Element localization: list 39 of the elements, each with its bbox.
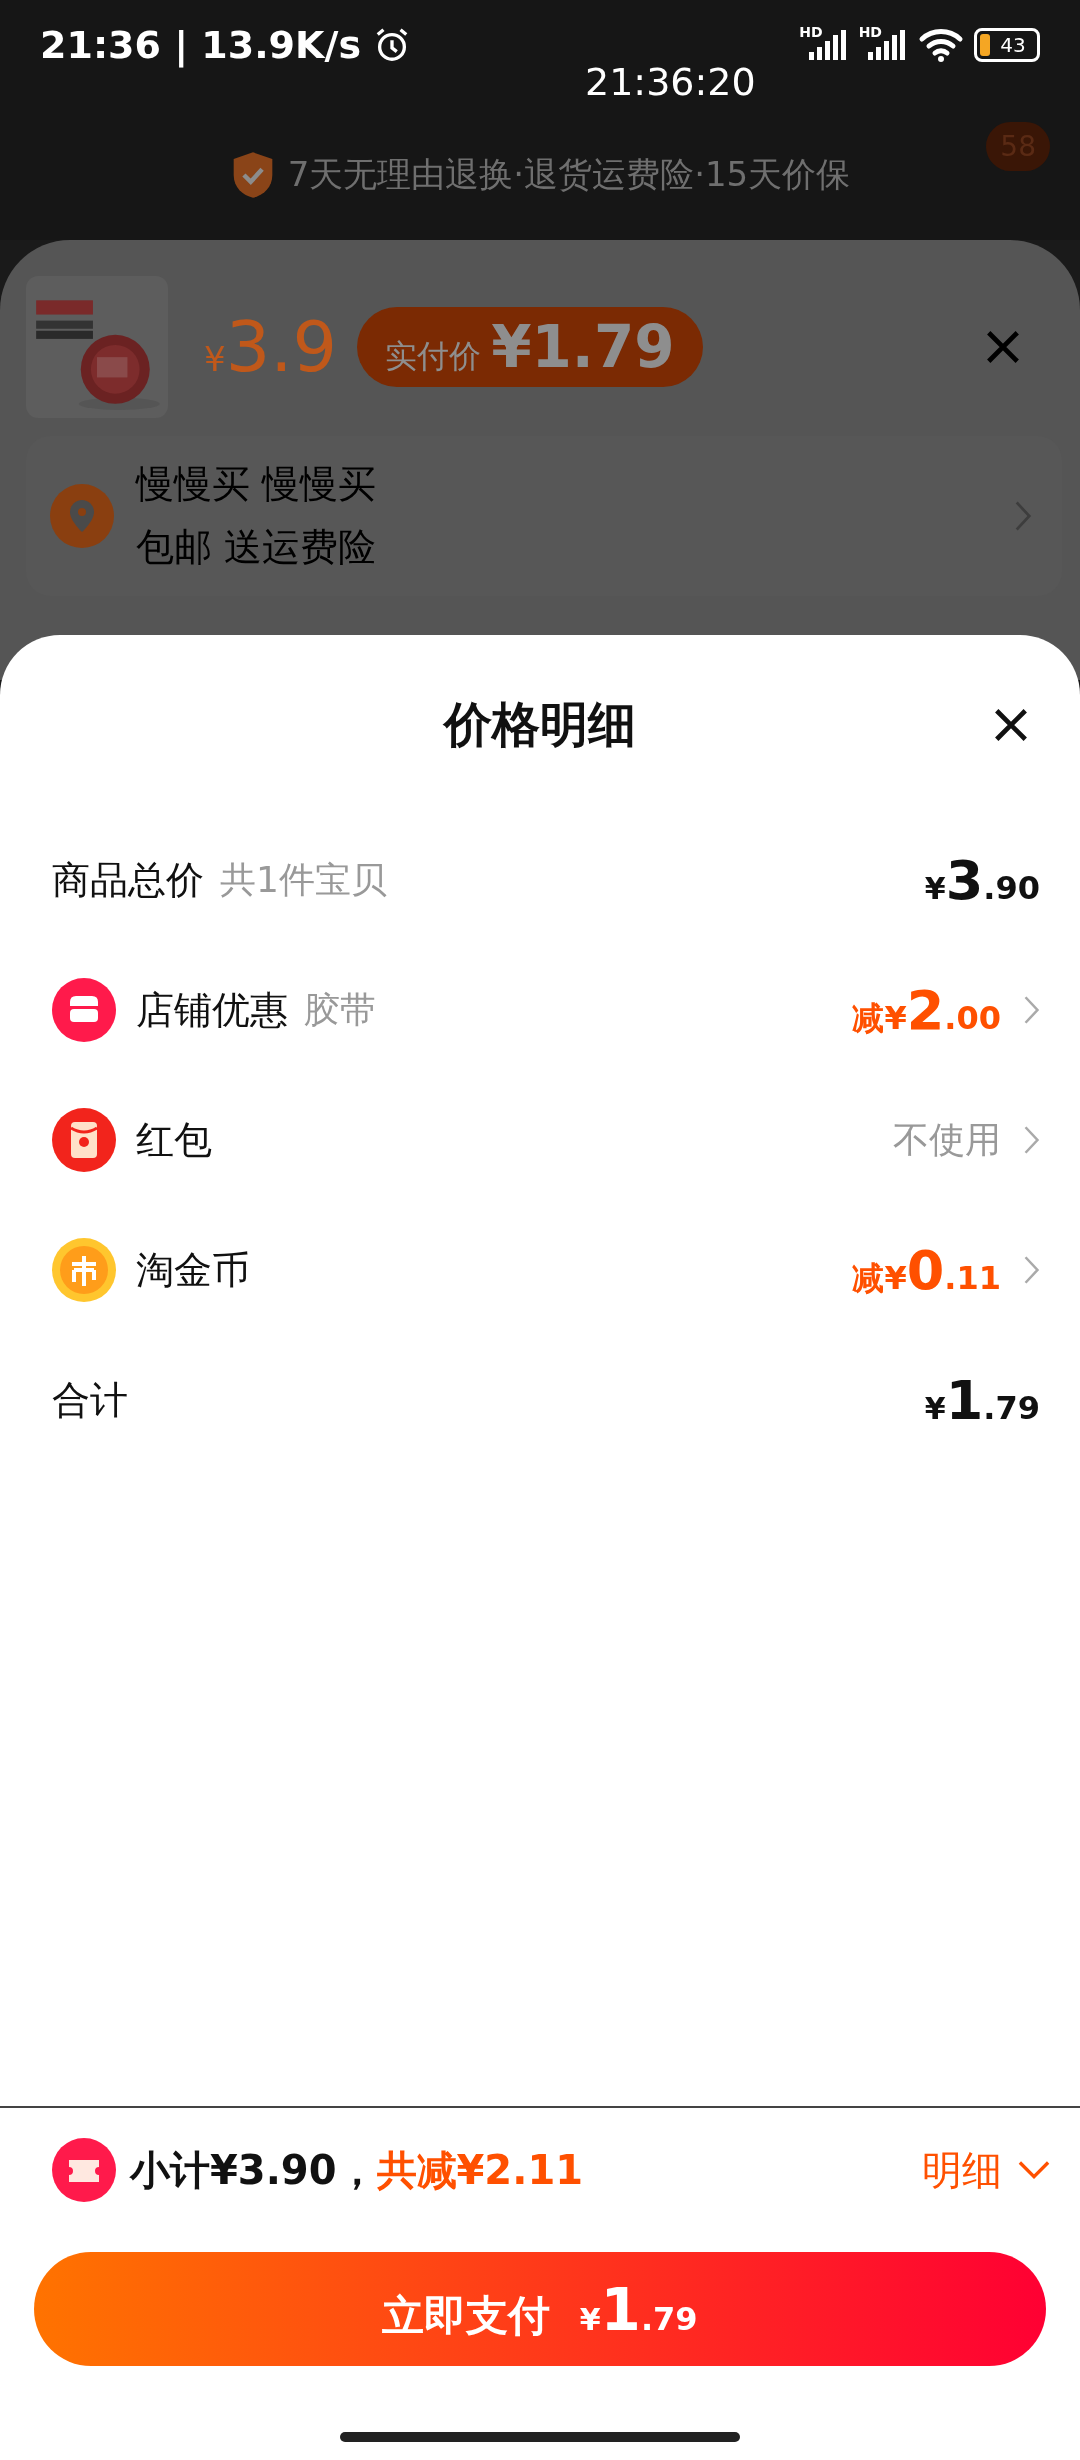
row-note: 共1件宝贝 [220, 857, 387, 902]
coin-icon [52, 1238, 116, 1302]
chevron-icon[interactable] [1023, 1254, 1040, 1286]
caret-icon [1018, 2160, 1050, 2180]
sheet-title: 价格明细 [444, 695, 636, 754]
pay-button[interactable]: 立即支付 ¥1.79 [34, 2252, 1046, 2366]
subtotal-text: 小计¥3.90， [130, 2145, 377, 2195]
row-amount: ¥3.90 [924, 848, 1040, 912]
row-label: 淘金币 [136, 1246, 250, 1294]
row-note: 胶带 [304, 987, 376, 1032]
chevron-icon [1014, 499, 1032, 533]
coupon-icon [52, 2138, 116, 2202]
clock-overlay: 21:36:20 [585, 60, 756, 104]
chevron-icon[interactable] [1023, 1124, 1040, 1156]
network-label: HD [799, 24, 823, 40]
details-toggle[interactable]: 明细 [922, 2142, 1050, 2198]
product-price: ¥3.9 [204, 306, 337, 388]
address-name: 慢慢买 慢慢买 [136, 461, 378, 508]
location-icon [50, 484, 114, 548]
envelope-icon [52, 1108, 116, 1172]
row-amount: 减¥2.00 [852, 978, 1001, 1042]
wifi-icon [918, 27, 964, 63]
actual-price-badge: 实付价 ¥1.79 [356, 307, 703, 387]
battery-icon: 43 [974, 28, 1040, 62]
total-discount: 共减¥2.11 [376, 2145, 584, 2195]
row-amount: 减¥0.11 [852, 1238, 1001, 1302]
row-label: 店铺优惠 [136, 986, 288, 1034]
row-label: 红包 [136, 1116, 212, 1164]
shop-icon [52, 978, 116, 1042]
network-label: HD [858, 24, 882, 40]
shipping-note: 包邮 送运费险 [136, 524, 378, 571]
row-value[interactable]: 不使用 [893, 1115, 1001, 1165]
close-icon[interactable] [992, 706, 1030, 744]
row-amount: ¥1.79 [924, 1368, 1040, 1432]
status-time: 21:36 | 13.9K/s [40, 23, 361, 67]
row-label: 商品总价 [52, 856, 204, 904]
service-text: 7天无理由退换·退货运费险·15天价保 [287, 153, 851, 196]
chevron-icon[interactable] [1023, 994, 1040, 1026]
row-label: 合计 [52, 1376, 128, 1424]
